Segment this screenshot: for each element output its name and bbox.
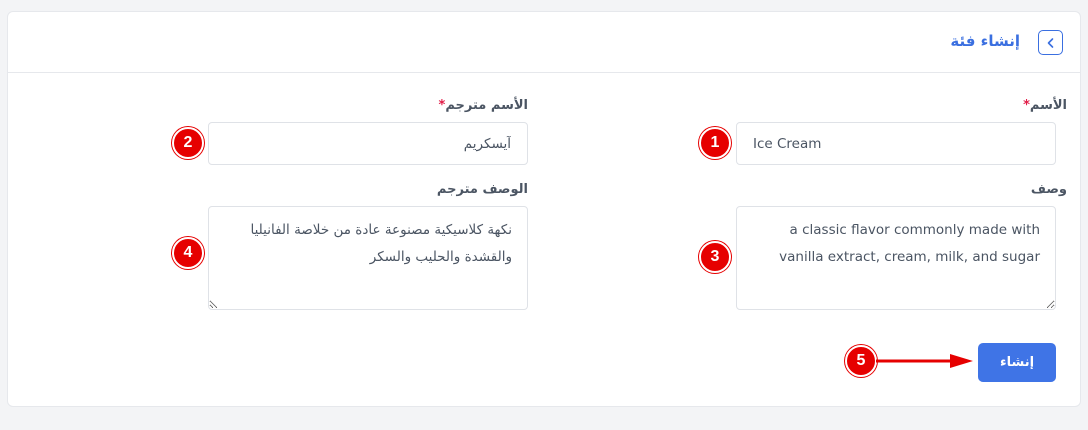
name-input[interactable] bbox=[736, 122, 1056, 165]
name-label: الأسم* bbox=[1023, 98, 1067, 113]
chevron-left-icon bbox=[1045, 37, 1057, 49]
description-textarea[interactable]: a classic flavor commonly made with vani… bbox=[736, 206, 1056, 310]
page-title: إنشاء فئة bbox=[950, 32, 1020, 50]
create-category-card: إنشاء فئة الأسم* الأسم مترجم* وصف a clas… bbox=[7, 11, 1081, 407]
back-button[interactable] bbox=[1038, 30, 1063, 55]
marker-2: 2 bbox=[172, 127, 204, 159]
create-button[interactable]: إنشاء bbox=[978, 343, 1056, 382]
name-translated-input[interactable] bbox=[208, 122, 528, 165]
description-label: وصف bbox=[1030, 182, 1067, 197]
name-translated-label: الأسم مترجم* bbox=[439, 98, 528, 113]
marker-5: 5 bbox=[845, 345, 877, 377]
marker-4: 4 bbox=[172, 237, 204, 269]
arrow-right-icon bbox=[876, 350, 976, 376]
name-label-text: الأسم bbox=[1029, 98, 1067, 113]
required-mark: * bbox=[1023, 98, 1030, 113]
name-translated-label-text: الأسم مترجم bbox=[445, 98, 528, 113]
card-header: إنشاء فئة bbox=[8, 12, 1080, 73]
marker-3: 3 bbox=[699, 241, 731, 273]
description-translated-textarea[interactable]: نكهة كلاسيكية مصنوعة عادة من خلاصة الفان… bbox=[208, 206, 528, 310]
marker-1: 1 bbox=[699, 127, 731, 159]
description-translated-label: الوصف مترجم bbox=[436, 182, 528, 197]
